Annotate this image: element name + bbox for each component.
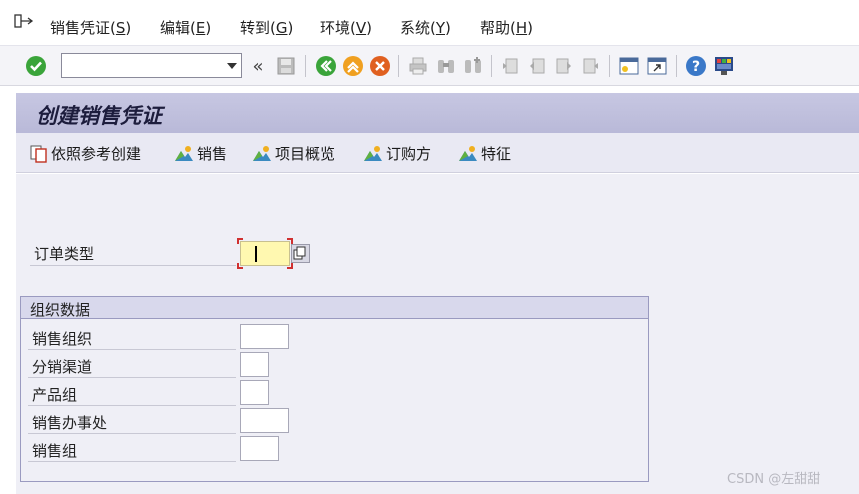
cancel-icon[interactable] [368, 54, 392, 78]
menu-goto[interactable]: 转到(G) [240, 17, 293, 38]
sales-office-input[interactable] [240, 408, 289, 433]
focus-corner [237, 263, 243, 269]
distribution-channel-label: 分销渠道 [32, 358, 93, 376]
order-type-label: 订单类型 [34, 245, 95, 263]
sales-label: 销售 [197, 145, 228, 163]
label-underline [28, 461, 236, 462]
menu-system[interactable]: 系统(Y) [400, 17, 451, 38]
command-field[interactable] [61, 53, 242, 78]
org-data-group: 组织数据 [20, 296, 649, 482]
ordering-party-label: 订购方 [386, 145, 432, 163]
new-session-icon[interactable] [617, 54, 641, 78]
order-type-input[interactable] [240, 241, 290, 266]
org-data-header: 组织数据 [21, 297, 648, 319]
sales-button[interactable]: 销售 [174, 143, 227, 164]
distribution-channel-input[interactable] [240, 352, 269, 377]
first-page-icon[interactable] [498, 54, 522, 78]
division-label: 产品组 [32, 386, 78, 404]
toolbar-separator [491, 55, 492, 77]
next-page-icon[interactable] [552, 54, 576, 78]
item-overview-button[interactable]: 项目概览 [252, 143, 335, 164]
sales-group-label: 销售组 [32, 442, 78, 460]
enter-check-icon[interactable] [24, 54, 48, 78]
create-with-reference-label: 依照参考创建 [51, 145, 142, 163]
sales-group-input[interactable] [240, 436, 279, 461]
label-underline [28, 405, 236, 406]
toolbar-separator [676, 55, 677, 77]
toolbar-separator [609, 55, 610, 77]
menu-help[interactable]: 帮助(H) [480, 17, 533, 38]
value-help-button[interactable] [291, 244, 310, 263]
menu-edit[interactable]: 编辑(E) [160, 17, 211, 38]
toolbar-separator [305, 55, 306, 77]
ordering-party-button[interactable]: 订购方 [363, 143, 431, 164]
sales-org-label: 销售组织 [32, 330, 93, 348]
characteristics-button[interactable]: 特征 [458, 143, 511, 164]
mountain-overview-icon [253, 145, 271, 161]
application-toolbar: 依照参考创建 销售 项目概览 订购方 特征 [16, 133, 859, 173]
value-help-icon [293, 246, 306, 260]
watermark: CSDN @左甜甜 [727, 472, 821, 487]
save-icon[interactable] [274, 54, 298, 78]
collapse-icon[interactable]: « [246, 54, 270, 78]
find-icon[interactable] [434, 54, 458, 78]
svg-text:?: ? [692, 59, 700, 75]
last-page-icon[interactable] [579, 54, 603, 78]
mountain-overview-icon [364, 145, 382, 161]
mountain-overview-icon [175, 145, 193, 161]
help-icon[interactable]: ? [684, 54, 708, 78]
label-underline [28, 377, 236, 378]
sales-org-input[interactable] [240, 324, 289, 349]
sales-office-label: 销售办事处 [32, 414, 108, 432]
print-icon[interactable] [406, 54, 430, 78]
label-underline [30, 265, 236, 266]
prev-page-icon[interactable] [525, 54, 549, 78]
copy-document-icon [30, 145, 47, 163]
system-menu-icon[interactable] [14, 14, 34, 30]
chevron-down-icon[interactable] [227, 63, 237, 69]
back-icon[interactable] [314, 54, 338, 78]
characteristics-label: 特征 [481, 145, 512, 163]
create-with-reference-button[interactable]: 依照参考创建 [30, 143, 141, 164]
label-underline [28, 433, 236, 434]
toolbar-separator [398, 55, 399, 77]
layout-menu-icon[interactable] [712, 54, 736, 78]
shortcut-icon[interactable] [645, 54, 669, 78]
focus-corner [237, 238, 243, 244]
item-overview-label: 项目概览 [275, 145, 336, 163]
text-cursor [255, 246, 257, 262]
find-next-icon[interactable] [461, 54, 485, 78]
mountain-overview-icon [459, 145, 477, 161]
label-underline [28, 349, 236, 350]
standard-toolbar: « ? [0, 46, 859, 86]
org-data-title: 组织数据 [30, 301, 91, 319]
page-title: 创建销售凭证 [36, 103, 162, 128]
menu-sales-document[interactable]: 销售凭证(S) [50, 17, 131, 38]
title-bar: 创建销售凭证 [16, 93, 859, 133]
exit-icon[interactable] [341, 54, 365, 78]
menu-environment[interactable]: 环境(V) [320, 17, 372, 38]
division-input[interactable] [240, 380, 269, 405]
menu-bar: 销售凭证(S) 编辑(E) 转到(G) 环境(V) 系统(Y) 帮助(H) [0, 0, 859, 46]
